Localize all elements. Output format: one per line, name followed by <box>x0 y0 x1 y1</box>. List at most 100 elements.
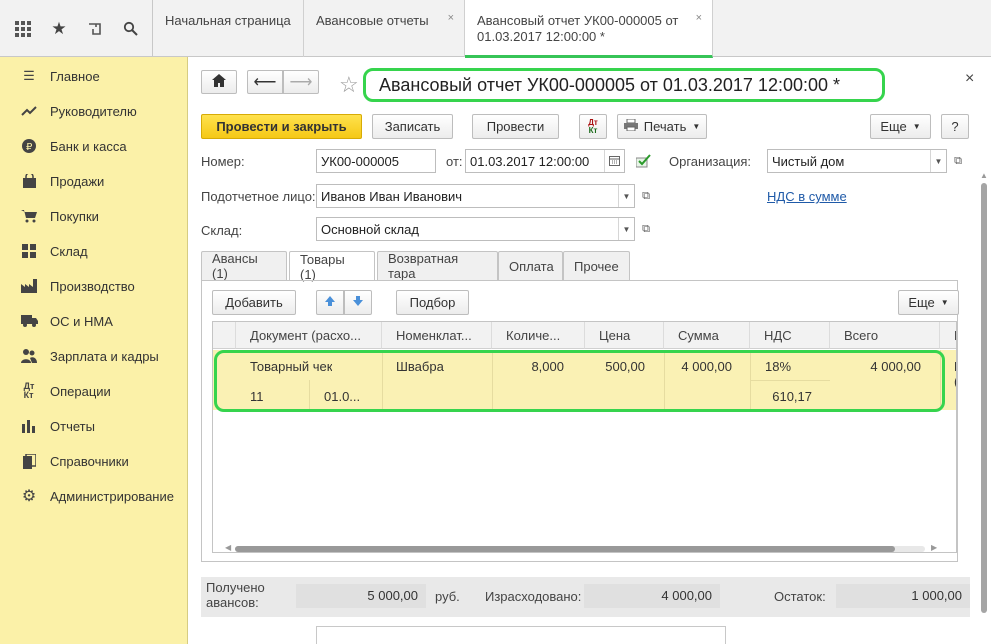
vat-in-amount-link[interactable]: НДС в сумме <box>767 189 847 204</box>
column-header-total[interactable]: Всего <box>830 322 940 349</box>
sidebar-item-catalogs[interactable]: Справочники <box>0 447 188 475</box>
favorite-star-icon[interactable]: ☆ <box>339 72 359 98</box>
vertical-scrollbar[interactable]: ▲ <box>978 171 990 631</box>
scroll-up-icon[interactable]: ▲ <box>980 171 988 180</box>
accountable-person-value: Иванов Иван Иванович <box>321 189 463 204</box>
menu-lines-icon: ☰ <box>23 68 35 83</box>
sidebar-item-operations[interactable]: Дт Кт Операции <box>0 377 188 405</box>
history-icon[interactable] <box>84 18 106 40</box>
highlighted-row-outline <box>214 350 945 412</box>
scroll-thumb[interactable] <box>235 546 895 552</box>
column-header-document[interactable]: Документ (расхо... <box>236 322 382 349</box>
ruble-coin-icon: ₽ <box>20 138 38 154</box>
tab-goods[interactable]: Товары (1) <box>289 251 375 282</box>
column-header-price[interactable]: Цена <box>585 322 664 349</box>
document-form: ⟵ ⟶ ☆ Авансовый отчет УК00-000005 от 01.… <box>189 58 991 644</box>
books-icon <box>20 453 38 469</box>
sidebar-item-label: ОС и НМА <box>50 313 113 329</box>
top-tab-bar: ★ Начальная страница Авансовые отчеты × … <box>0 0 991 58</box>
sidebar-item-label: Зарплата и кадры <box>50 348 159 364</box>
arrow-right-icon: ⟶ <box>289 74 313 91</box>
tab-label: Начальная страница <box>165 13 291 28</box>
horizontal-scrollbar[interactable]: ◀ ▶ <box>219 543 939 552</box>
sidebar-item-main[interactable]: ☰ Главное <box>0 62 188 90</box>
add-button[interactable]: Добавить <box>212 290 296 315</box>
chevron-down-icon: ▼ <box>940 298 949 307</box>
save-button[interactable]: Записать <box>372 114 453 139</box>
scroll-right-icon[interactable]: ▶ <box>931 543 937 552</box>
column-header-sum[interactable]: Сумма <box>664 322 750 349</box>
calendar-icon[interactable] <box>604 150 624 172</box>
sidebar-item-reports[interactable]: Отчеты <box>0 412 188 440</box>
sidebar-item-warehouse[interactable]: Склад <box>0 237 188 265</box>
favorites-star-icon[interactable]: ★ <box>48 18 70 40</box>
back-button[interactable]: ⟵ <box>247 70 283 94</box>
chevron-down-icon[interactable]: ▼ <box>930 150 946 172</box>
column-header-vat[interactable]: НДС <box>750 322 830 349</box>
sidebar-item-bank[interactable]: ₽ Банк и касса <box>0 132 188 160</box>
scroll-thumb[interactable] <box>981 183 987 613</box>
truck-icon <box>20 313 38 329</box>
shopping-cart-icon <box>20 208 38 224</box>
date-value: 01.03.2017 12:00:00 <box>470 154 590 169</box>
sidebar-item-label: Администрирование <box>50 488 174 504</box>
tab-advances[interactable]: Авансы (1) <box>201 251 287 281</box>
printer-icon <box>623 118 638 134</box>
selection-button[interactable]: Подбор <box>396 290 469 315</box>
column-header-item[interactable]: Номенклат... <box>382 322 492 349</box>
more-button[interactable]: Еще ▼ <box>870 114 931 139</box>
scroll-left-icon[interactable]: ◀ <box>225 543 231 552</box>
move-down-button[interactable] <box>344 290 372 315</box>
post-and-close-button[interactable]: Провести и закрыть <box>201 114 362 139</box>
tab-advance-reports[interactable]: Авансовые отчеты × <box>304 0 465 57</box>
tab-returnable-packaging[interactable]: Возвратная тара <box>377 251 498 281</box>
forward-button[interactable]: ⟶ <box>283 70 319 94</box>
sidebar-item-label: Справочники <box>50 453 129 469</box>
tab-advance-report-current[interactable]: Авансовый отчет УК00-000005 от 01.03.201… <box>465 0 713 58</box>
dt-kt-button[interactable]: Дт Кт <box>579 114 607 139</box>
sidebar-item-administration[interactable]: ⚙ Администрирование <box>0 482 188 510</box>
sidebar-item-fixed-assets[interactable]: ОС и НМА <box>0 307 188 335</box>
warehouse-field[interactable]: Основной склад ▼ <box>316 217 635 241</box>
apps-grid-icon[interactable] <box>12 18 34 40</box>
date-field[interactable]: 01.03.2017 12:00:00 <box>465 149 625 173</box>
table-more-button[interactable]: Еще ▼ <box>898 290 959 315</box>
shopping-bag-icon <box>20 173 38 189</box>
search-icon[interactable] <box>120 18 142 40</box>
column-header-cut[interactable]: П <box>940 322 956 349</box>
open-person-icon[interactable]: ⧉ <box>637 184 655 208</box>
number-field[interactable]: УК00-000005 <box>316 149 436 173</box>
sidebar-item-production[interactable]: Производство <box>0 272 188 300</box>
sidebar-item-salary[interactable]: Зарплата и кадры <box>0 342 188 370</box>
number-label: Номер: <box>201 154 245 169</box>
post-button[interactable]: Провести <box>472 114 559 139</box>
close-icon[interactable]: × <box>696 10 702 26</box>
tab-other[interactable]: Прочее <box>563 251 630 280</box>
sidebar-item-label: Склад <box>50 243 88 259</box>
sidebar-item-sales[interactable]: Продажи <box>0 167 188 195</box>
more-label: Еще <box>908 295 935 310</box>
cell-cut: П <box>954 359 956 374</box>
tab-home[interactable]: Начальная страница <box>153 0 304 57</box>
move-up-button[interactable] <box>316 290 344 315</box>
accountable-person-field[interactable]: Иванов Иван Иванович ▼ <box>316 184 635 208</box>
close-icon[interactable]: × <box>448 10 454 26</box>
chevron-down-icon: ▼ <box>912 122 921 131</box>
column-header-quantity[interactable]: Количе... <box>492 322 585 349</box>
sidebar-item-purchases[interactable]: Покупки <box>0 202 188 230</box>
organization-value: Чистый дом <box>772 154 845 169</box>
accountable-person-label: Подотчетное лицо: <box>201 189 316 204</box>
help-button[interactable]: ? <box>941 114 969 139</box>
received-label-line: авансов: <box>206 595 259 610</box>
close-icon[interactable]: × <box>965 70 974 88</box>
print-button[interactable]: Печать ▼ <box>617 114 707 139</box>
tab-payment[interactable]: Оплата <box>498 251 563 280</box>
open-warehouse-icon[interactable]: ⧉ <box>637 217 655 241</box>
comment-field[interactable] <box>316 626 726 644</box>
sidebar-item-manager[interactable]: Руководителю <box>0 97 188 125</box>
home-button[interactable] <box>201 70 237 94</box>
open-organization-icon[interactable]: ⧉ <box>949 149 967 173</box>
organization-field[interactable]: Чистый дом ▼ <box>767 149 947 173</box>
chevron-down-icon[interactable]: ▼ <box>618 218 634 240</box>
chevron-down-icon[interactable]: ▼ <box>618 185 634 207</box>
